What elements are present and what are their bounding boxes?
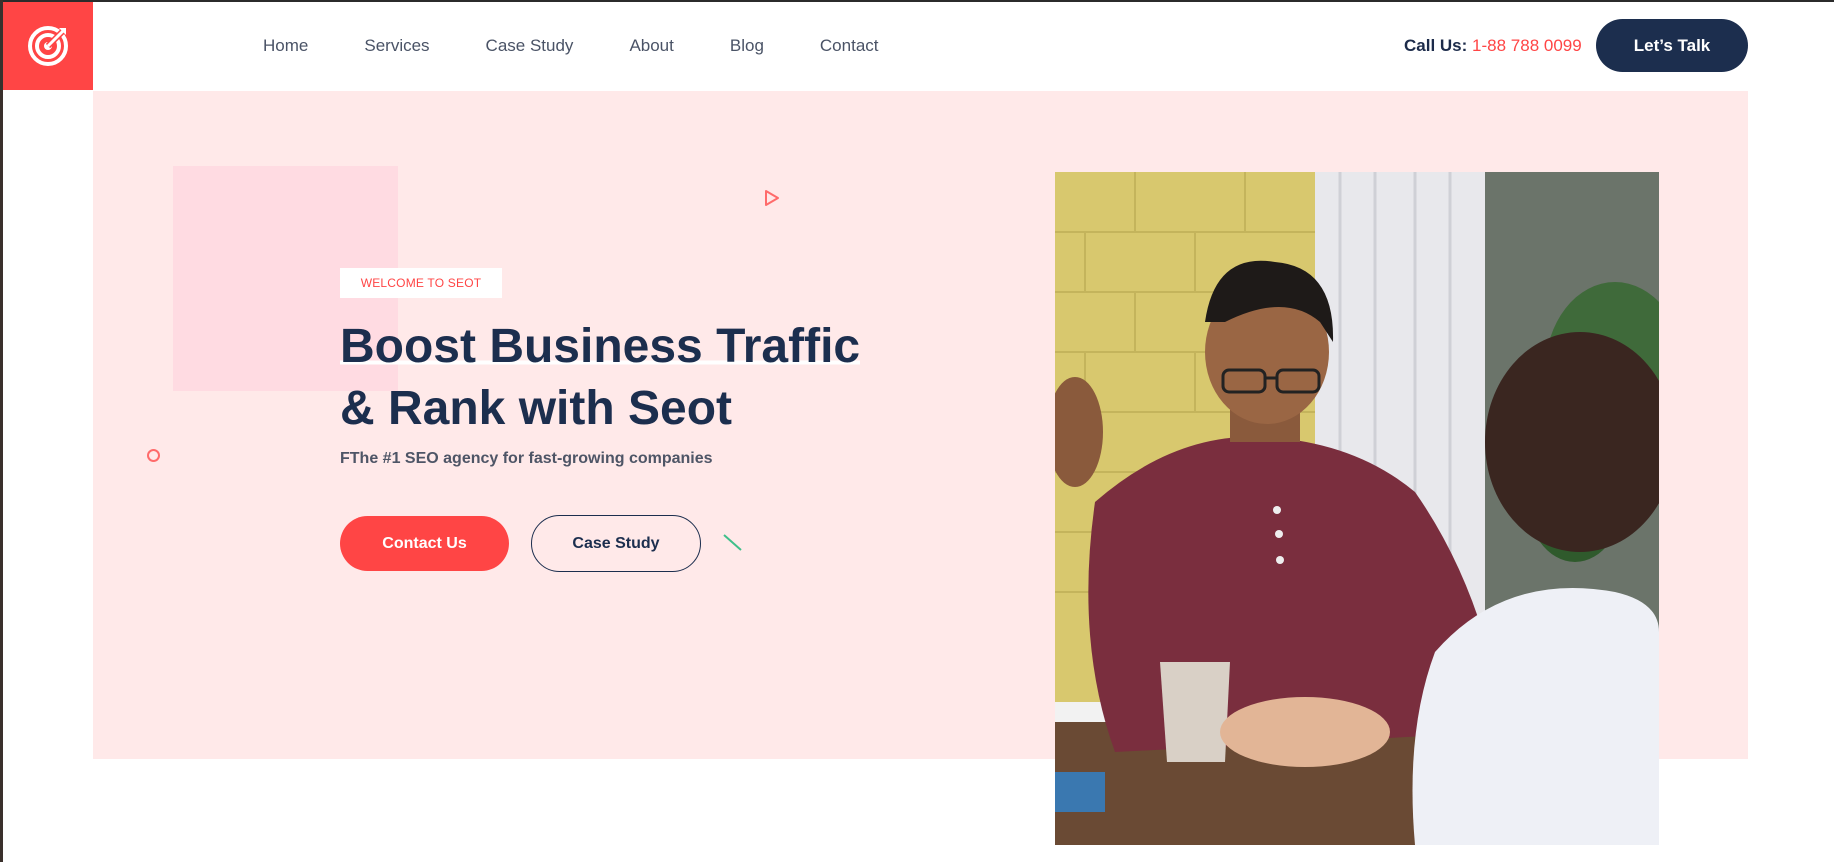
hero-headline: Boost Business Traffic & Rank with Seot: [340, 316, 861, 440]
nav-item-contact[interactable]: Contact: [820, 36, 879, 56]
play-outline-icon: [765, 190, 779, 206]
nav-item-about[interactable]: About: [629, 36, 673, 56]
meeting-photo-illustration: [1055, 172, 1659, 845]
hero-photo: [1055, 172, 1659, 845]
hero-subtitle: FThe #1 SEO agency for fast-growing comp…: [340, 450, 713, 467]
nav-item-blog[interactable]: Blog: [730, 36, 764, 56]
welcome-badge: WELCOME TO SEOT: [340, 268, 502, 298]
decorative-line: [723, 534, 742, 551]
window-left-border: [0, 0, 3, 862]
call-us: Call Us: 1-88 788 0099: [1404, 36, 1582, 56]
lets-talk-button[interactable]: Let’s Talk: [1596, 19, 1748, 72]
target-icon: [28, 26, 68, 66]
nav-item-case-study[interactable]: Case Study: [486, 36, 574, 56]
logo[interactable]: [3, 2, 93, 90]
window-top-border: [0, 0, 1834, 2]
call-number[interactable]: 1-88 788 0099: [1472, 36, 1582, 55]
headline-line-1: Boost Business Traffic: [340, 316, 861, 378]
case-study-button[interactable]: Case Study: [531, 515, 701, 572]
decorative-circle: [147, 449, 160, 462]
main-nav: Home Services Case Study About Blog Cont…: [263, 36, 935, 56]
contact-us-button[interactable]: Contact Us: [340, 516, 509, 571]
call-label: Call Us:: [1404, 36, 1468, 55]
nav-item-home[interactable]: Home: [263, 36, 308, 56]
nav-item-services[interactable]: Services: [364, 36, 429, 56]
headline-line-2: & Rank with Seot: [340, 382, 733, 435]
